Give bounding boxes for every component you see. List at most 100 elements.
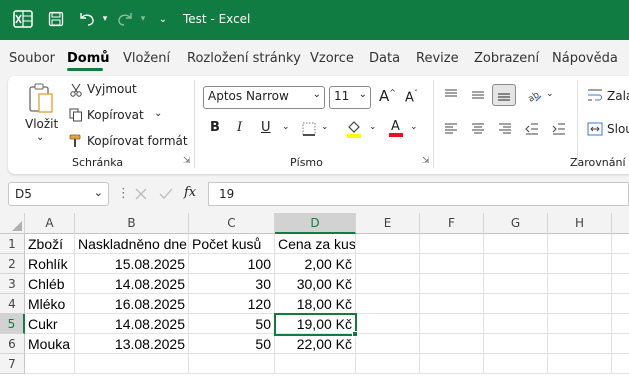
align-middle-icon[interactable] (469, 86, 487, 104)
cell-h3[interactable] (548, 274, 612, 294)
column-header-e[interactable]: E (356, 213, 420, 234)
row-header-4[interactable]: 4 (0, 294, 25, 314)
cell-i7[interactable] (612, 354, 629, 374)
tab-rozlozeni-stranky[interactable]: Rozložení stránky (187, 51, 301, 66)
cell-g7[interactable] (484, 354, 548, 374)
cell-e7[interactable] (356, 354, 420, 374)
format-painter-button[interactable]: Kopírovat formát (87, 134, 188, 148)
shrink-font-button[interactable]: Aˇ (405, 89, 418, 105)
cell-i1[interactable] (612, 234, 629, 254)
chevron-down-icon[interactable]: ⌄ (94, 186, 103, 199)
align-bottom-icon[interactable] (492, 84, 516, 106)
align-left-icon[interactable] (442, 120, 460, 138)
cell-e3[interactable] (356, 274, 420, 294)
formula-input[interactable]: 19 (208, 182, 629, 206)
column-header-g[interactable]: G (484, 213, 548, 234)
cell-b7[interactable] (75, 354, 189, 374)
increase-indent-icon[interactable] (550, 120, 568, 138)
cell-h2[interactable] (548, 254, 612, 274)
cell-c6[interactable]: 50 (189, 334, 275, 354)
merge-center-icon[interactable] (586, 120, 604, 138)
format-painter-icon[interactable] (68, 133, 84, 149)
select-all-corner[interactable] (0, 213, 25, 234)
font-launcher-icon[interactable]: ⇲ (422, 156, 430, 166)
borders-dropdown-icon[interactable]: ⌄ (321, 122, 329, 132)
copy-button[interactable]: Kopírovat (87, 108, 144, 122)
merge-center-button[interactable]: Slou (607, 122, 629, 136)
tab-vlozeni[interactable]: Vložení (123, 51, 170, 66)
underline-button[interactable]: U (261, 120, 271, 135)
cell-g2[interactable] (484, 254, 548, 274)
cell-a6[interactable]: Mouka (25, 334, 75, 354)
cell-g6[interactable] (484, 334, 548, 354)
cell-h5[interactable] (548, 314, 612, 334)
font-name-dropdown[interactable]: Aptos Narrow ⌄ (203, 86, 325, 109)
insert-function-icon[interactable]: fx (184, 185, 196, 200)
cell-a5[interactable]: Cukr (25, 314, 75, 334)
orientation-dropdown-icon[interactable]: ⌄ (546, 89, 554, 99)
cell-h7[interactable] (548, 354, 612, 374)
cell-c1[interactable]: Počet kusů (189, 234, 275, 254)
cell-e1[interactable] (356, 234, 420, 254)
cell-c4[interactable]: 120 (189, 294, 275, 314)
orientation-icon[interactable]: ab (525, 86, 543, 104)
cell-i2[interactable] (612, 254, 629, 274)
cell-f7[interactable] (420, 354, 484, 374)
tab-domu[interactable]: Domů (67, 51, 110, 66)
column-header-h[interactable]: H (548, 213, 612, 234)
cell-g5[interactable] (484, 314, 548, 334)
row-header-2[interactable]: 2 (0, 254, 25, 274)
cell-i3[interactable] (612, 274, 629, 294)
cell-i6[interactable] (612, 334, 629, 354)
grow-font-button[interactable]: A^ (379, 87, 396, 105)
cell-f5[interactable] (420, 314, 484, 334)
redo-dropdown-icon[interactable]: ▾ (138, 8, 148, 30)
enter-check-icon[interactable] (157, 185, 175, 203)
cell-d2[interactable]: 2,00 Kč (275, 254, 356, 274)
cell-b6[interactable]: 13.08.2025 (75, 334, 189, 354)
paste-button[interactable]: Vložit (25, 117, 58, 131)
cell-e2[interactable] (356, 254, 420, 274)
column-header-f[interactable]: F (420, 213, 484, 234)
cell-d5[interactable]: 19,00 Kč (275, 314, 356, 334)
more-options-icon[interactable]: ⋮ (117, 186, 130, 201)
cell-c2[interactable]: 100 (189, 254, 275, 274)
cell-f3[interactable] (420, 274, 484, 294)
underline-dropdown-icon[interactable]: ⌄ (282, 122, 290, 132)
cell-b2[interactable]: 15.08.2025 (75, 254, 189, 274)
cell-e4[interactable] (356, 294, 420, 314)
tab-vzorce[interactable]: Vzorce (310, 51, 354, 66)
italic-button[interactable]: I (237, 120, 242, 135)
cell-f6[interactable] (420, 334, 484, 354)
cell-b4[interactable]: 16.08.2025 (75, 294, 189, 314)
column-header-b[interactable]: B (75, 213, 189, 234)
customize-qat-icon[interactable]: ⌄ (156, 8, 170, 30)
cell-b3[interactable]: 14.08.2025 (75, 274, 189, 294)
copy-dropdown-icon[interactable]: ⌄ (154, 108, 162, 119)
cell-d6[interactable]: 22,00 Kč (275, 334, 356, 354)
row-header-7[interactable]: 7 (0, 354, 25, 374)
align-top-icon[interactable] (442, 86, 460, 104)
row-header-3[interactable]: 3 (0, 274, 25, 294)
column-header-i[interactable] (612, 213, 629, 234)
undo-icon[interactable] (76, 8, 98, 30)
column-header-d[interactable]: D (275, 213, 356, 234)
font-size-dropdown[interactable]: 11 ⌄ (329, 86, 371, 109)
cell-h1[interactable] (548, 234, 612, 254)
column-header-a[interactable]: A (25, 213, 75, 234)
cell-c5[interactable]: 50 (189, 314, 275, 334)
cell-b1[interactable]: Naskladněno dne (75, 234, 189, 254)
tab-napoveda[interactable]: Nápověda (552, 51, 618, 66)
cell-d4[interactable]: 18,00 Kč (275, 294, 356, 314)
row-header-6[interactable]: 6 (0, 334, 25, 354)
tab-zobrazeni[interactable]: Zobrazení (474, 51, 539, 66)
cell-a2[interactable]: Rohlík (25, 254, 75, 274)
cell-d1[interactable]: Cena za kus (275, 234, 356, 254)
cell-a7[interactable] (25, 354, 75, 374)
fill-color-dropdown-icon[interactable]: ⌄ (369, 122, 377, 132)
save-icon[interactable] (45, 8, 67, 30)
redo-icon[interactable] (114, 8, 136, 30)
tab-revize[interactable]: Revize (416, 51, 459, 66)
cell-e5[interactable] (356, 314, 420, 334)
bold-button[interactable]: B (210, 120, 220, 135)
